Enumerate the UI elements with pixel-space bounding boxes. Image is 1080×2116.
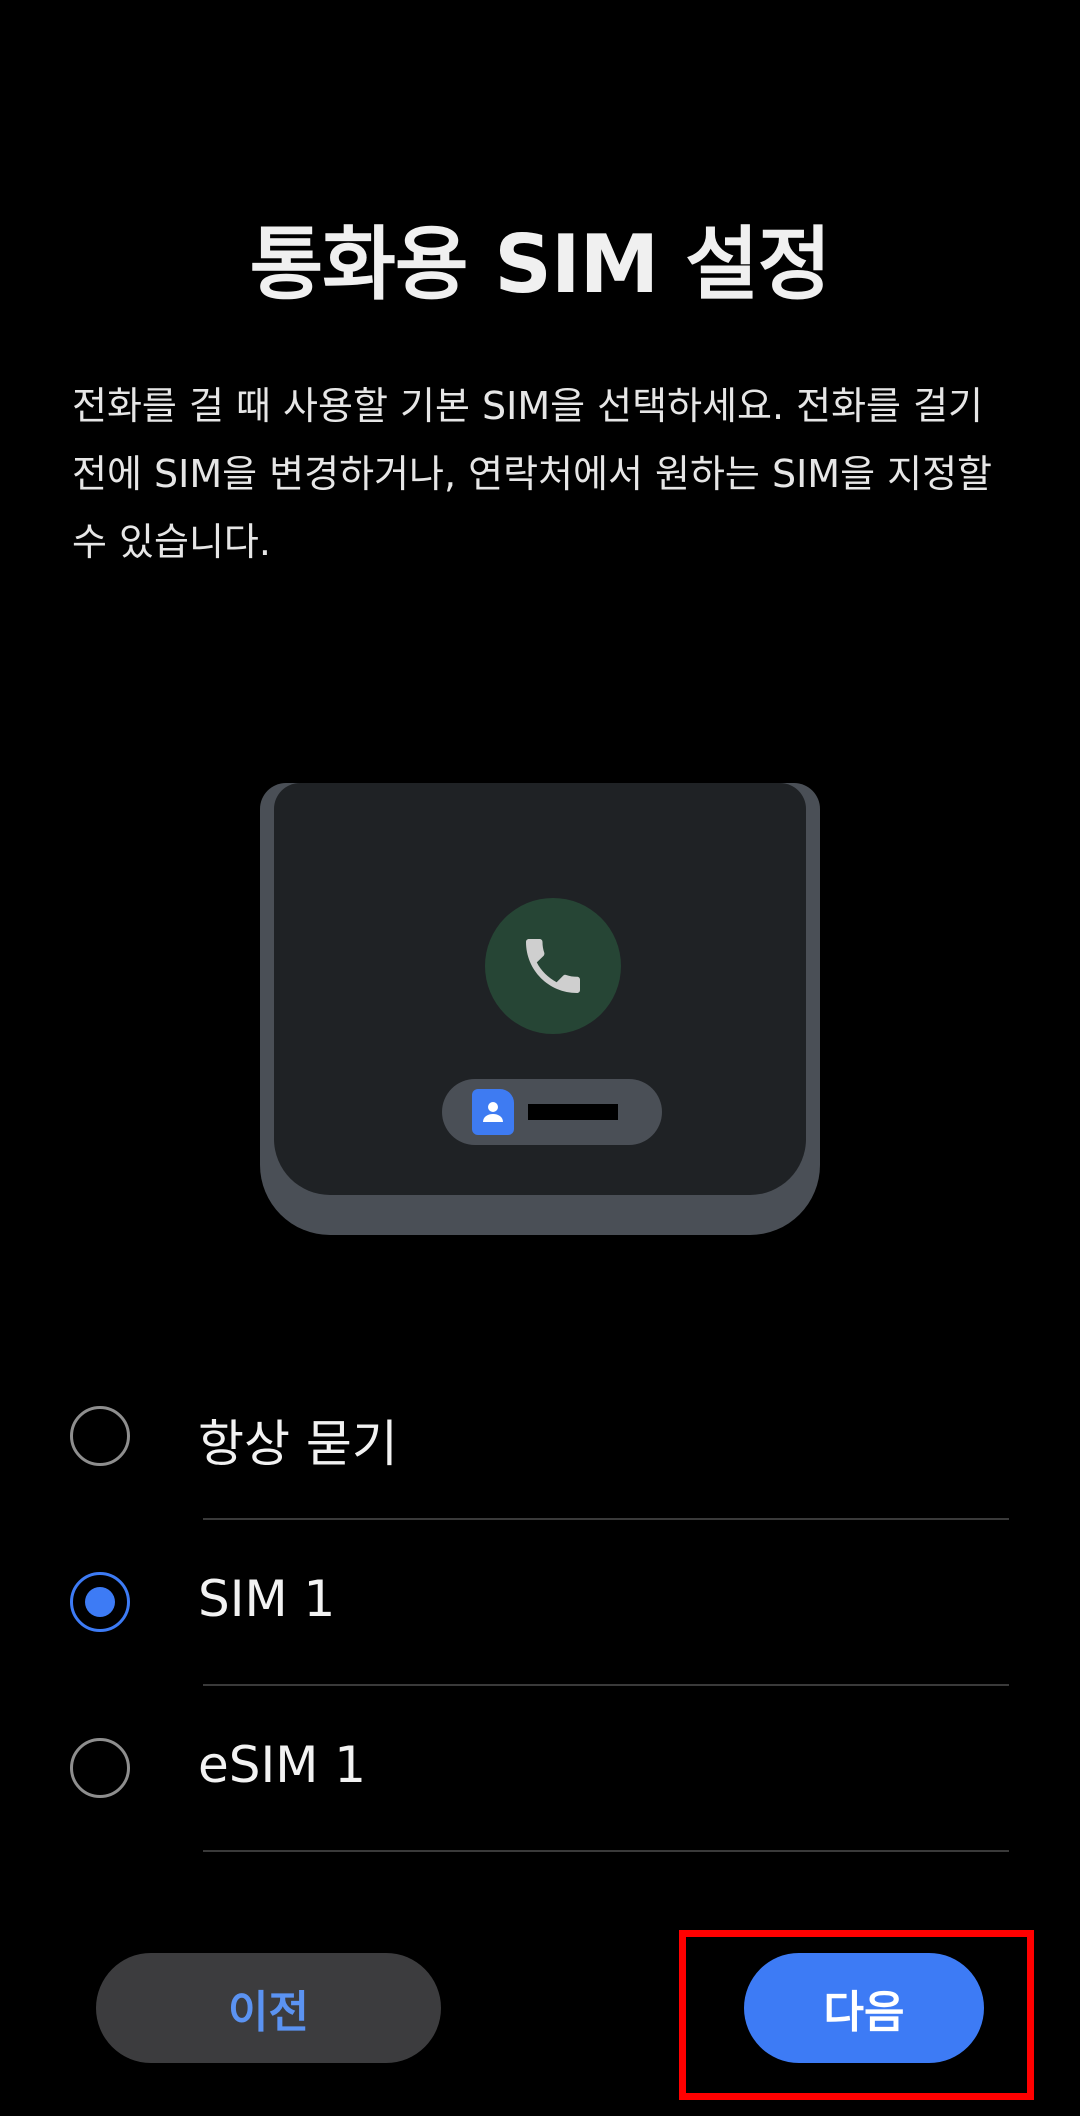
option-sim-1[interactable]: SIM 1 <box>0 1519 1080 1685</box>
sim-call-illustration <box>260 783 820 1235</box>
option-label: SIM 1 <box>198 1570 336 1628</box>
radio-button-selected[interactable] <box>70 1572 130 1632</box>
page-description: 전화를 걸 때 사용할 기본 SIM을 선택하세요. 전화를 걸기 전에 SIM… <box>72 384 992 564</box>
option-label: eSIM 1 <box>198 1736 367 1794</box>
phone-icon <box>485 898 621 1034</box>
page-title: 통화용 SIM 설정 <box>249 218 832 311</box>
device-screen <box>274 783 806 1195</box>
previous-button[interactable]: 이전 <box>96 1953 441 2063</box>
contact-card-icon <box>472 1089 514 1135</box>
contact-name-placeholder <box>528 1104 618 1120</box>
divider <box>203 1850 1009 1852</box>
option-label: 항상 묻기 <box>198 1415 398 1473</box>
contact-pill <box>442 1079 662 1145</box>
option-always-ask[interactable]: 항상 묻기 <box>0 1353 1080 1519</box>
radio-button[interactable] <box>70 1738 130 1798</box>
highlight-box <box>679 1930 1034 2100</box>
option-esim-1[interactable]: eSIM 1 <box>0 1685 1080 1851</box>
radio-button[interactable] <box>70 1406 130 1466</box>
